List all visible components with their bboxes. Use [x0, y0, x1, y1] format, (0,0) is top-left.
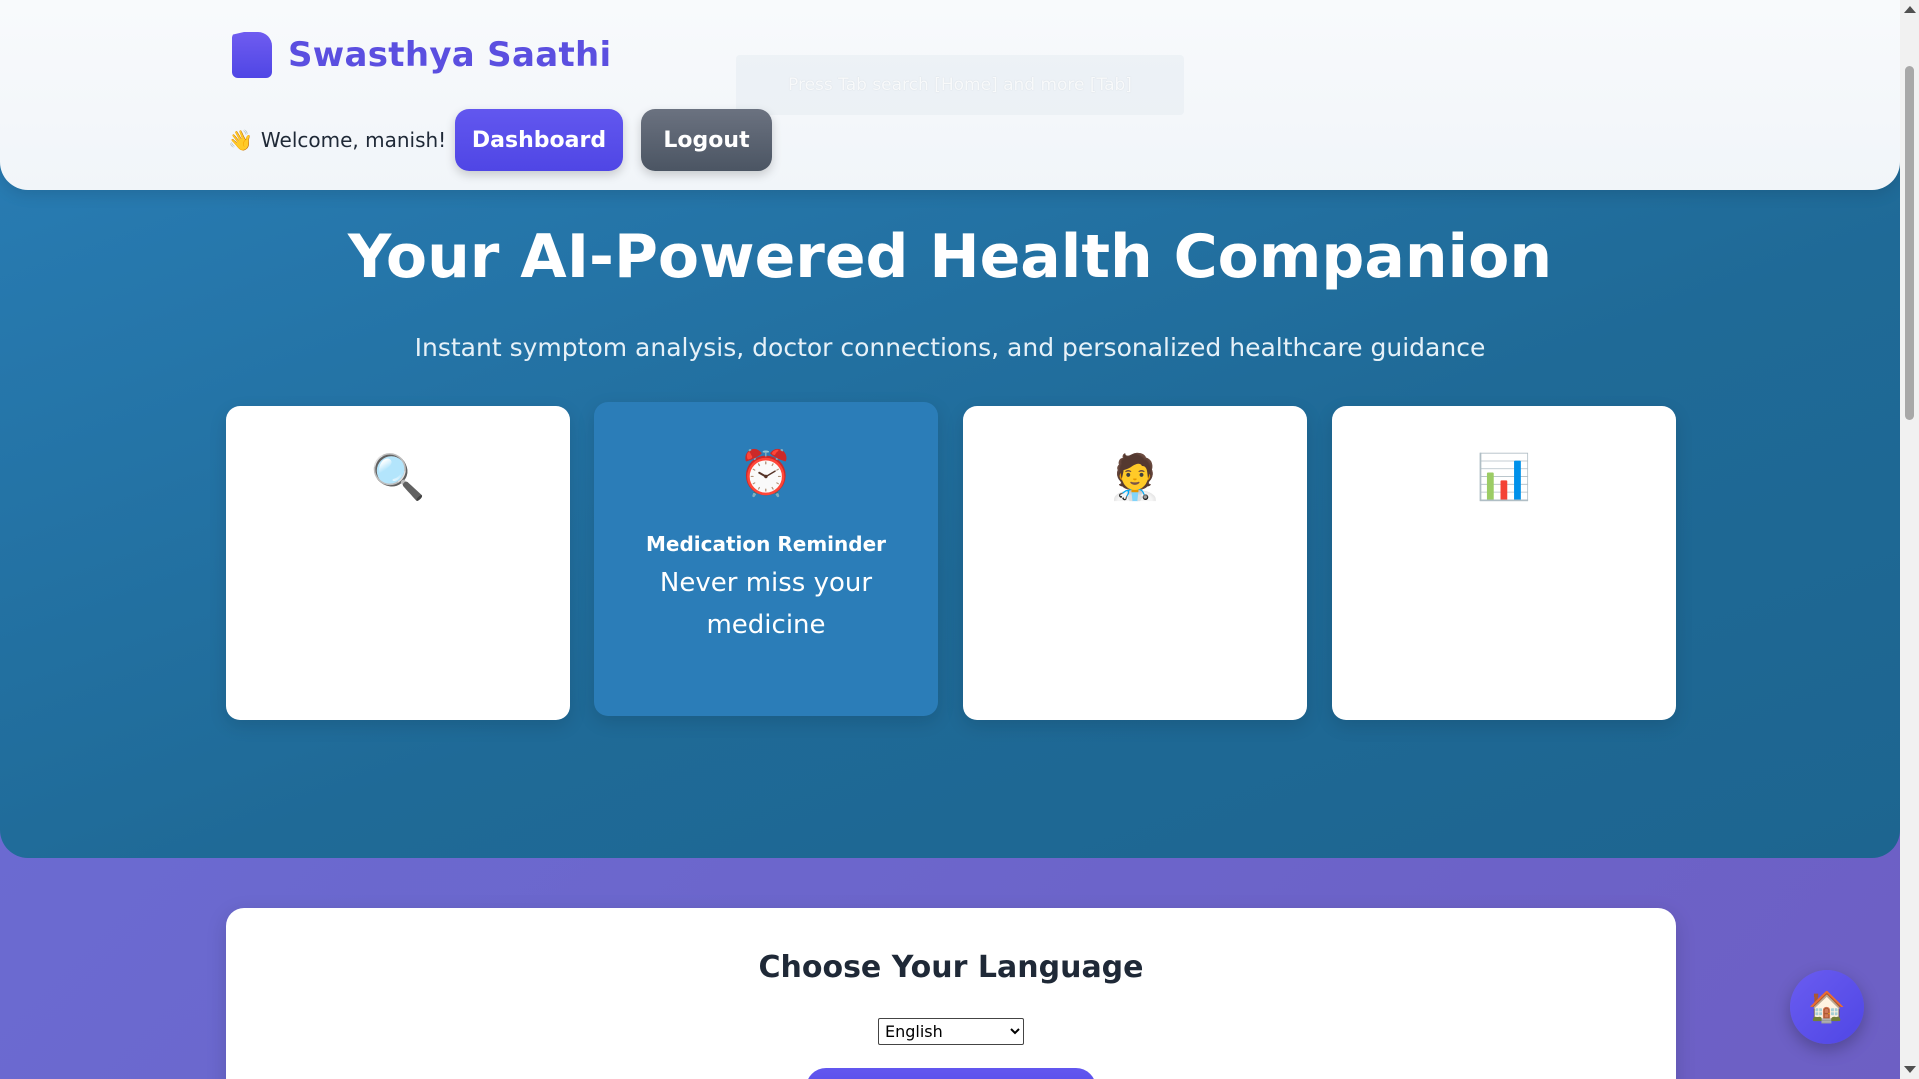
vertical-scrollbar[interactable] — [1900, 0, 1919, 1079]
feature-card-symptom[interactable]: 🔍 — [226, 406, 570, 720]
language-section: Choose Your Language English — [226, 908, 1676, 1079]
brand[interactable]: Swasthya Saathi — [232, 32, 611, 78]
hero-subtitle: Instant symptom analysis, doctor connect… — [414, 333, 1486, 362]
hero-title: Your AI-Powered Health Companion — [347, 222, 1553, 292]
doctor-icon: 🧑‍⚕️ — [1107, 452, 1163, 503]
logo-icon — [232, 32, 272, 78]
feature-card-medication-reminder[interactable]: ⏰ Medication Reminder Never miss your me… — [594, 402, 938, 716]
welcome-message: 👋 Welcome, manish! — [228, 128, 446, 152]
scroll-up-arrow-icon[interactable] — [1904, 6, 1916, 13]
language-continue-button[interactable] — [806, 1068, 1096, 1079]
top-header: Swasthya Saathi Press Tab search [Home] … — [0, 0, 1900, 190]
home-floating-button[interactable]: 🏠 — [1790, 970, 1864, 1044]
feature-card-analytics[interactable]: 📊 — [1332, 406, 1676, 720]
magnifier-icon: 🔍 — [370, 452, 426, 503]
home-icon: 🏠 — [1808, 989, 1846, 1025]
waving-hand-icon: 👋 — [228, 128, 253, 152]
bar-chart-icon: 📊 — [1476, 452, 1532, 503]
brand-name: Swasthya Saathi — [288, 35, 612, 75]
scroll-thumb[interactable] — [1905, 66, 1914, 420]
logout-button[interactable]: Logout — [641, 109, 772, 171]
feature-card-description: Never miss your medicine — [659, 568, 873, 640]
dashboard-button[interactable]: Dashboard — [455, 109, 623, 171]
language-select[interactable]: English — [878, 1018, 1024, 1045]
feature-card-doctor[interactable]: 🧑‍⚕️ — [963, 406, 1307, 720]
scroll-down-arrow-icon[interactable] — [1904, 1066, 1916, 1073]
welcome-text: Welcome, manish! — [260, 128, 447, 152]
search-hint: Press Tab search [Home] and more [Tab] — [736, 55, 1184, 115]
page-viewport: Your AI-Powered Health Companion Instant… — [0, 0, 1900, 1079]
language-title: Choose Your Language — [758, 950, 1144, 985]
alarm-clock-icon: ⏰ — [738, 448, 794, 499]
feature-card-title: Medication Reminder — [646, 532, 886, 556]
